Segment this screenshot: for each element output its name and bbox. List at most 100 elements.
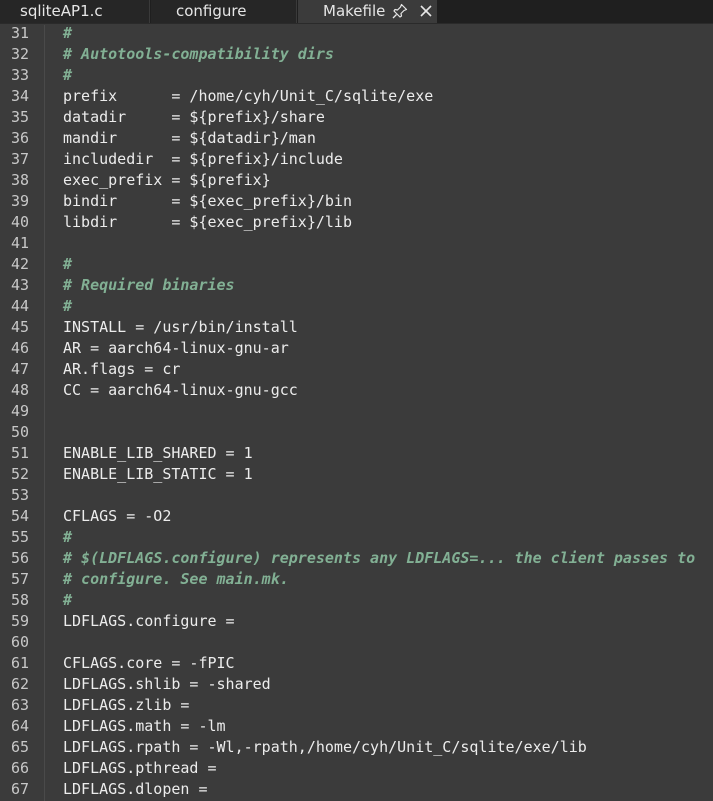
code-line[interactable]: 52 ENABLE_LIB_STATIC = 1 <box>0 464 713 485</box>
code-line[interactable]: 34 prefix = /home/cyh/Unit_C/sqlite/exe <box>0 86 713 107</box>
code-line[interactable]: 37 includedir = ${prefix}/include <box>0 149 713 170</box>
comment-text: # <box>63 591 73 609</box>
line-number: 31 <box>10 24 29 42</box>
line-number: 33 <box>10 66 29 84</box>
line-number: 52 <box>10 465 29 483</box>
comment-text: # configure. See main.mk. <box>63 570 289 588</box>
comment-text: # <box>63 297 73 315</box>
code-line[interactable]: 47 AR.flags = cr <box>0 359 713 380</box>
code-line[interactable]: 42 # <box>0 254 713 275</box>
tab-label: configure <box>176 2 247 20</box>
code-text: LDFLAGS.zlib = <box>63 696 190 714</box>
code-line[interactable]: 67 LDFLAGS.dlopen = <box>0 779 713 800</box>
line-number: 50 <box>10 423 29 441</box>
line-number: 37 <box>10 150 29 168</box>
code-text: LDFLAGS.dlopen = <box>63 780 208 798</box>
code-text: CFLAGS.core = -fPIC <box>63 654 235 672</box>
tab-label: Makefile <box>323 2 386 20</box>
code-line[interactable]: 35 datadir = ${prefix}/share <box>0 107 713 128</box>
code-line[interactable]: 38 exec_prefix = ${prefix} <box>0 170 713 191</box>
code-line[interactable]: 66 LDFLAGS.pthread = <box>0 758 713 779</box>
line-number: 42 <box>10 255 29 273</box>
line-number: 55 <box>10 528 29 546</box>
comment-text: # <box>63 528 73 546</box>
code-line[interactable]: 60 <box>0 632 713 653</box>
code-line[interactable]: 64 LDFLAGS.math = -lm <box>0 716 713 737</box>
line-number: 41 <box>10 234 29 252</box>
code-text: AR.flags = cr <box>63 360 181 378</box>
code-line[interactable]: 61 CFLAGS.core = -fPIC <box>0 653 713 674</box>
code-line[interactable]: 41 <box>0 233 713 254</box>
tab-bar: sqliteAP1.c configure Makefile <box>0 0 713 24</box>
tab-sqliteap1-c[interactable]: sqliteAP1.c <box>0 0 150 23</box>
code-text: mandir = ${datadir}/man <box>63 129 316 147</box>
code-text: CFLAGS = -O2 <box>63 507 172 525</box>
line-number: 44 <box>10 297 29 315</box>
line-number: 65 <box>10 738 29 756</box>
line-number: 67 <box>10 780 29 798</box>
line-number: 63 <box>10 696 29 714</box>
code-text: includedir = ${prefix}/include <box>63 150 343 168</box>
code-text: ENABLE_LIB_STATIC = 1 <box>63 465 253 483</box>
line-number: 40 <box>10 213 29 231</box>
code-line[interactable]: 45 INSTALL = /usr/bin/install <box>0 317 713 338</box>
code-line[interactable]: 43 # Required binaries <box>0 275 713 296</box>
tab-configure[interactable]: configure <box>151 0 297 23</box>
line-number: 45 <box>10 318 29 336</box>
code-line[interactable]: 49 <box>0 401 713 422</box>
code-line[interactable]: 36 mandir = ${datadir}/man <box>0 128 713 149</box>
line-number: 36 <box>10 129 29 147</box>
line-number: 58 <box>10 591 29 609</box>
code-line[interactable]: 33 # <box>0 65 713 86</box>
code-line[interactable]: 40 libdir = ${exec_prefix}/lib <box>0 212 713 233</box>
code-text: prefix = /home/cyh/Unit_C/sqlite/exe <box>63 87 434 105</box>
code-line[interactable]: 58 # <box>0 590 713 611</box>
code-text: datadir = ${prefix}/share <box>63 108 325 126</box>
code-text: LDFLAGS.rpath = -Wl,-rpath,/home/cyh/Uni… <box>63 738 587 756</box>
tab-makefile[interactable]: Makefile <box>298 0 437 23</box>
code-text: LDFLAGS.configure = <box>63 612 235 630</box>
line-number: 48 <box>10 381 29 399</box>
comment-text: # <box>63 255 73 273</box>
code-text: LDFLAGS.math = -lm <box>63 717 226 735</box>
code-line[interactable]: 51 ENABLE_LIB_SHARED = 1 <box>0 443 713 464</box>
code-text: LDFLAGS.pthread = <box>63 759 217 777</box>
close-icon[interactable] <box>417 2 435 20</box>
code-line[interactable]: 56 # $(LDFLAGS.configure) represents any … <box>0 548 713 569</box>
code-line[interactable]: 50 <box>0 422 713 443</box>
code-line[interactable]: 46 AR = aarch64-linux-gnu-ar <box>0 338 713 359</box>
code-line[interactable]: 32 # Autotools-compatibility dirs <box>0 44 713 65</box>
code-line[interactable]: 55 # <box>0 527 713 548</box>
line-number: 57 <box>10 570 29 588</box>
code-line[interactable]: 48 CC = aarch64-linux-gnu-gcc <box>0 380 713 401</box>
code-text: ENABLE_LIB_SHARED = 1 <box>63 444 253 462</box>
line-number: 51 <box>10 444 29 462</box>
comment-text: # <box>63 24 73 42</box>
code-text: libdir = ${exec_prefix}/lib <box>63 213 352 231</box>
pin-icon[interactable] <box>391 2 409 20</box>
code-line[interactable]: 57 # configure. See main.mk. <box>0 569 713 590</box>
code-line[interactable]: 44 # <box>0 296 713 317</box>
code-line[interactable]: 63 LDFLAGS.zlib = <box>0 695 713 716</box>
line-number: 54 <box>10 507 29 525</box>
line-number: 47 <box>10 360 29 378</box>
line-number: 49 <box>10 402 29 420</box>
tab-label: sqliteAP1.c <box>20 2 103 20</box>
code-line[interactable]: 39 bindir = ${exec_prefix}/bin <box>0 191 713 212</box>
code-editor[interactable]: 31 #32 # Autotools-compatibility dirs 33 #34… <box>0 23 713 801</box>
comment-text: # <box>63 66 73 84</box>
line-number: 61 <box>10 654 29 672</box>
line-number: 46 <box>10 339 29 357</box>
code-line[interactable]: 31 # <box>0 23 713 44</box>
line-number: 53 <box>10 486 29 504</box>
code-line[interactable]: 59 LDFLAGS.configure = <box>0 611 713 632</box>
code-line[interactable]: 62 LDFLAGS.shlib = -shared <box>0 674 713 695</box>
code-text: bindir = ${exec_prefix}/bin <box>63 192 352 210</box>
line-number: 56 <box>10 549 29 567</box>
code-line[interactable]: 54 CFLAGS = -O2 <box>0 506 713 527</box>
comment-text: # Autotools-compatibility dirs <box>63 45 334 63</box>
line-number: 43 <box>10 276 29 294</box>
code-line[interactable]: 53 <box>0 485 713 506</box>
line-number: 66 <box>10 759 29 777</box>
code-line[interactable]: 65 LDFLAGS.rpath = -Wl,-rpath,/home/cyh/U… <box>0 737 713 758</box>
